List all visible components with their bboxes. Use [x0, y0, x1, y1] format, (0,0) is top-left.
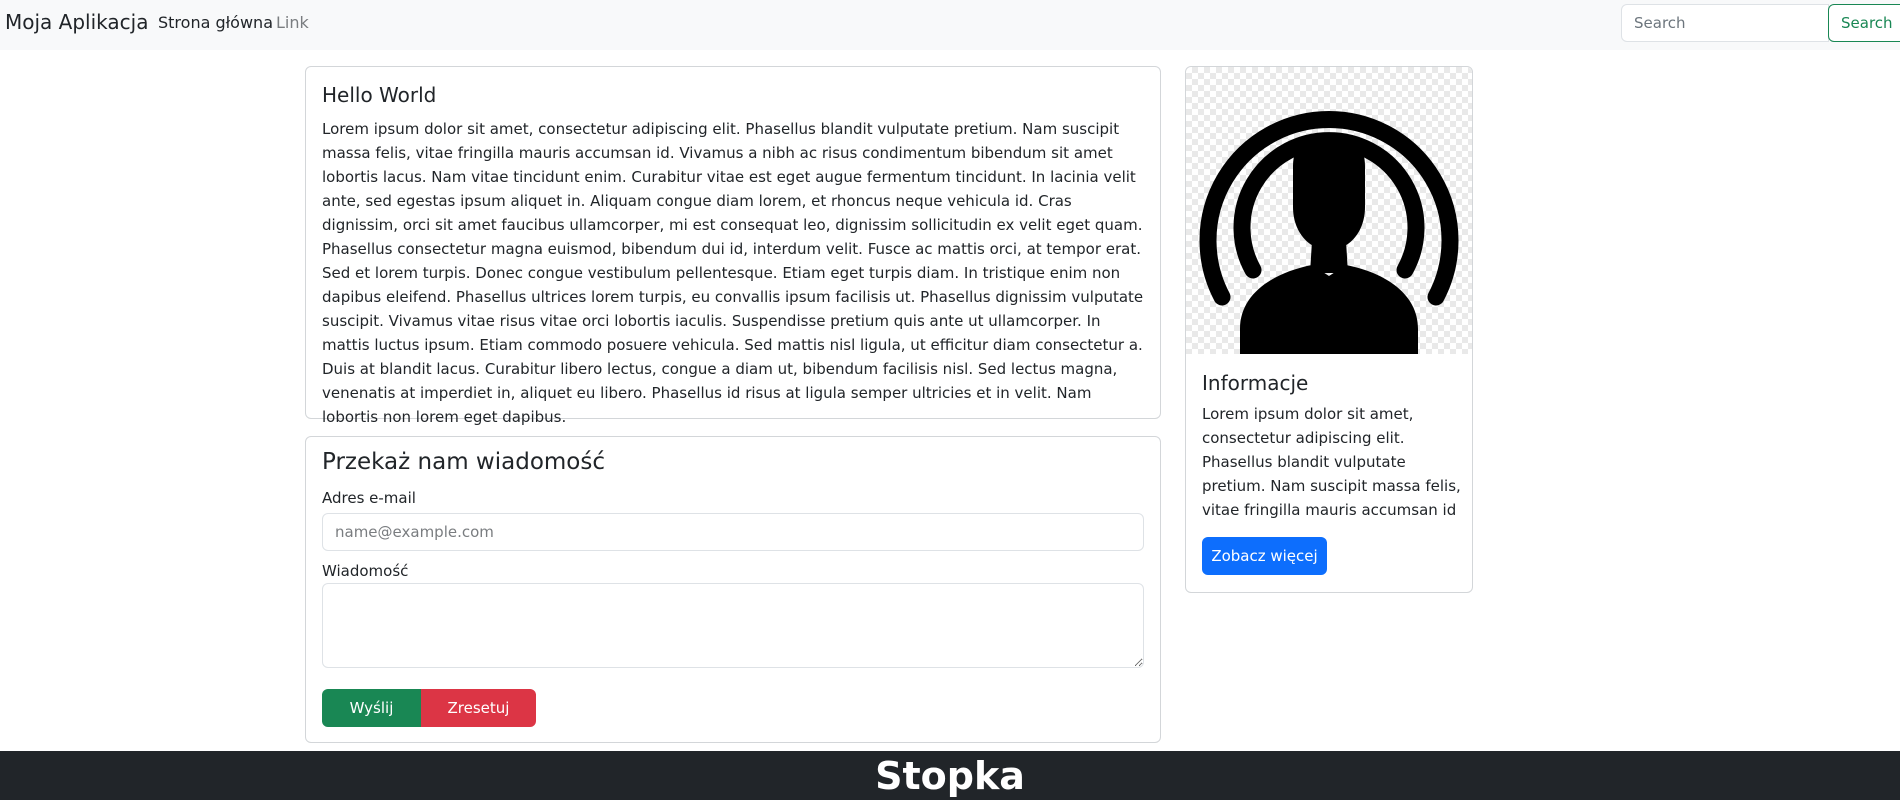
- see-more-button[interactable]: Zobacz więcej: [1202, 537, 1327, 575]
- form-title: Przekaż nam wiadomość: [322, 449, 605, 475]
- person-broadcast-icon: [1199, 111, 1459, 354]
- email-field[interactable]: [322, 513, 1144, 551]
- message-form-card: Przekaż nam wiadomość Adres e-mail Wiado…: [305, 436, 1161, 743]
- submit-button[interactable]: Wyślij: [322, 689, 421, 727]
- footer-text: Stopka: [875, 754, 1025, 798]
- info-card-text: Lorem ipsum dolor sit amet, consectetur …: [1202, 405, 1461, 519]
- search-button[interactable]: Search: [1828, 4, 1900, 42]
- hello-card-text: Lorem ipsum dolor sit amet, consectetur …: [322, 120, 1144, 426]
- hello-card: Hello World Lorem ipsum dolor sit amet, …: [305, 66, 1161, 426]
- reset-button[interactable]: Zresetuj: [421, 689, 536, 727]
- search-input[interactable]: [1621, 4, 1829, 42]
- nav-link-home[interactable]: Strona główna: [158, 13, 273, 32]
- info-card-image: [1186, 67, 1472, 354]
- message-label: Wiadomość: [322, 562, 409, 580]
- info-card-title: Informacje: [1202, 371, 1309, 395]
- navbar-brand[interactable]: Moja Aplikacja: [5, 10, 148, 34]
- message-textarea[interactable]: [322, 583, 1144, 668]
- footer: Stopka: [0, 751, 1900, 800]
- navbar: Moja Aplikacja Strona główna Link Search: [0, 0, 1900, 50]
- hello-card-title: Hello World: [322, 83, 437, 107]
- info-card: Informacje Lorem ipsum dolor sit amet, c…: [1185, 66, 1473, 593]
- email-label: Adres e-mail: [322, 489, 416, 507]
- nav-link-link[interactable]: Link: [276, 13, 309, 32]
